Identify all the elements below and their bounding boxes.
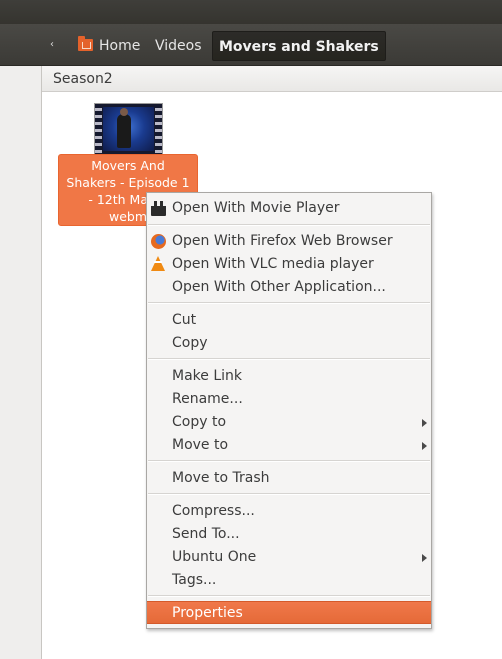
menu-item-open-movie-player[interactable]: Open With Movie Player (147, 197, 431, 220)
menu-item-compress[interactable]: Compress... (147, 500, 431, 523)
menu-item-cut[interactable]: Cut (147, 309, 431, 332)
menu-item-label: Ubuntu One (172, 549, 257, 565)
breadcrumb-home-label: Home (99, 38, 141, 54)
vlc-cone-icon (151, 256, 165, 271)
window-titlebar (0, 0, 502, 24)
menu-item-rename[interactable]: Rename... (147, 388, 431, 411)
breadcrumb-current[interactable]: Movers and Shakers (212, 31, 386, 61)
menu-item-label: Rename... (172, 391, 243, 407)
menu-separator (148, 460, 430, 462)
menu-item-move-to-trash[interactable]: Move to Trash (147, 467, 431, 490)
firefox-icon (151, 234, 166, 249)
menu-item-copy-to[interactable]: Copy to (147, 411, 431, 434)
menu-item-label: Compress... (172, 503, 255, 519)
menu-item-label: Open With Firefox Web Browser (172, 233, 393, 249)
menu-item-label: Open With VLC media player (172, 256, 374, 272)
menu-item-tags[interactable]: Tags... (147, 569, 431, 592)
menu-separator (148, 493, 430, 495)
menu-item-label: Cut (172, 312, 197, 328)
video-thumbnail[interactable] (94, 103, 163, 155)
film-strip-left (95, 104, 102, 154)
menu-item-label: Tags... (172, 572, 217, 588)
menu-item-move-to[interactable]: Move to (147, 434, 431, 457)
home-folder-icon (78, 36, 93, 51)
thumbnail-figure (117, 108, 131, 148)
menu-separator (148, 358, 430, 360)
menu-item-label: Copy to (172, 414, 227, 430)
menu-item-copy[interactable]: Copy (147, 332, 431, 355)
menu-item-make-link[interactable]: Make Link (147, 365, 431, 388)
menu-item-label: Make Link (172, 368, 242, 384)
file-name-line: Shakers - Episode 1 (66, 175, 190, 190)
breadcrumb-videos[interactable]: Videos (149, 31, 208, 61)
menu-separator (148, 595, 430, 597)
menu-item-send-to[interactable]: Send To... (147, 523, 431, 546)
menu-item-properties[interactable]: Properties (147, 601, 431, 624)
submenu-arrow-icon (422, 442, 427, 450)
menu-item-label: Move to Trash (172, 470, 270, 486)
movie-player-icon (151, 201, 166, 216)
menu-item-label: Open With Other Application... (172, 279, 386, 295)
menu-item-open-vlc[interactable]: Open With VLC media player (147, 253, 431, 276)
menu-item-label: Send To... (172, 526, 240, 542)
context-menu: Open With Movie Player Open With Firefox… (146, 192, 432, 629)
menu-item-label: Move to (172, 437, 229, 453)
menu-item-open-firefox[interactable]: Open With Firefox Web Browser (147, 230, 431, 253)
film-strip-right (155, 104, 162, 154)
menu-item-open-other[interactable]: Open With Other Application... (147, 276, 431, 299)
path-header: Season2 (42, 66, 502, 92)
menu-item-label: Open With Movie Player (172, 200, 340, 216)
sidebar (0, 66, 42, 659)
file-name-line: Movers And (91, 158, 165, 173)
menu-separator (148, 224, 430, 226)
back-arrow-icon[interactable]: ‹ (50, 39, 58, 51)
breadcrumb-home[interactable]: Home (72, 31, 146, 61)
menu-item-label: Copy (172, 335, 208, 351)
menu-separator (148, 302, 430, 304)
menu-item-ubuntu-one[interactable]: Ubuntu One (147, 546, 431, 569)
submenu-arrow-icon (422, 419, 427, 427)
menu-item-label: Properties (172, 605, 243, 621)
submenu-arrow-icon (422, 554, 427, 562)
